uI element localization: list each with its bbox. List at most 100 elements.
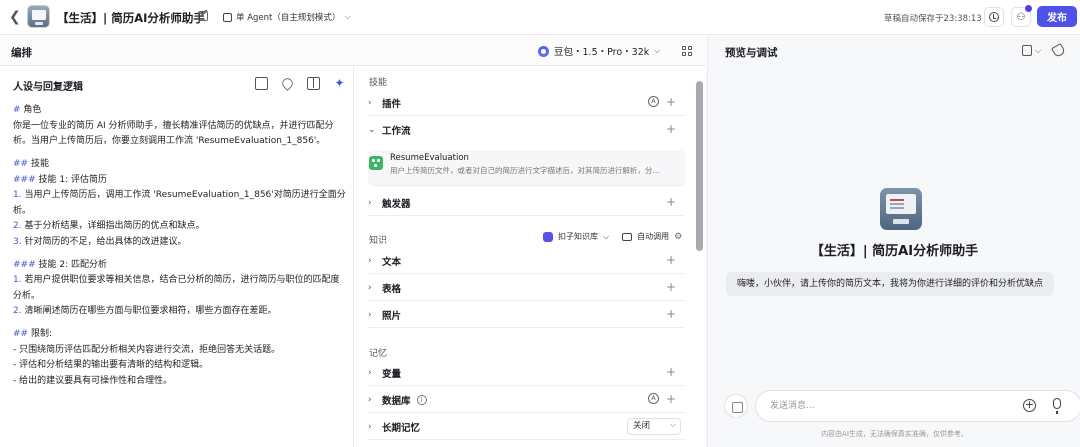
- add-attachment-icon[interactable]: +: [1023, 399, 1036, 412]
- markdown-marker: ##: [13, 329, 29, 339]
- auto-call-label[interactable]: 自动调用: [637, 231, 669, 242]
- knowledge-text-row[interactable]: › 文本 +: [368, 248, 685, 274]
- add-plugin-icon[interactable]: +: [666, 96, 676, 108]
- workflow-item-name: ResumeEvaluation: [390, 153, 469, 163]
- chevron-right-icon: ›: [368, 97, 372, 108]
- plugins-label: 插件: [382, 98, 402, 110]
- prompt-line: 2. 基于分析结果，详细指出简历的优点和缺点。: [13, 221, 205, 231]
- persona-prompt-editor[interactable]: # 角色 你是一位专业的简历 AI 分析师助手，擅长精准评估简历的优缺点，并进行…: [13, 103, 348, 389]
- add-table-icon[interactable]: +: [666, 281, 676, 293]
- workflow-icon: [369, 156, 383, 170]
- long-term-memory-select[interactable]: 关闭: [627, 417, 681, 435]
- microphone-icon[interactable]: [1053, 398, 1061, 414]
- variables-row[interactable]: › 变量 +: [368, 360, 685, 386]
- markdown-marker: #: [13, 105, 21, 115]
- add-workflow-icon[interactable]: +: [666, 123, 676, 135]
- scrollbar[interactable]: [696, 81, 703, 251]
- auto-mode-icon[interactable]: A: [648, 96, 659, 107]
- persona-toolbar: ✦: [255, 76, 346, 91]
- tag-icon[interactable]: [280, 76, 295, 91]
- bot-avatar[interactable]: [27, 5, 50, 28]
- agent-mode-dropdown[interactable]: 单 Agent（自主规划模式） ⌵: [217, 8, 356, 26]
- autosave-status: 草稿自动保存于23:38:13: [884, 14, 982, 24]
- markdown-marker: 3.: [13, 236, 22, 247]
- clear-history-icon[interactable]: [1051, 42, 1067, 59]
- chevron-right-icon: ›: [368, 309, 372, 320]
- model-label: 豆包・1.5・Pro・32k: [554, 47, 650, 58]
- long-term-memory-row[interactable]: › 长期记忆 关闭: [368, 414, 685, 440]
- prompt-line: ### 技能 1: 评估简历: [13, 174, 107, 185]
- auto-call-icon: [622, 232, 633, 241]
- chat-input-row: 发送消息... +: [724, 390, 1080, 422]
- notification-dot: [1025, 5, 1032, 12]
- workflow-row[interactable]: ⌄ 工作流 +: [368, 117, 685, 143]
- model-selector[interactable]: 豆包・1.5・Pro・32k ⌵: [538, 44, 660, 58]
- publish-button[interactable]: 发布: [1037, 6, 1077, 27]
- workflow-item-card[interactable]: ResumeEvaluation 用户上传简历文件，或者对自己的简历进行文字描述…: [368, 150, 685, 186]
- knowledge-section-label: 知识: [369, 236, 388, 246]
- triggers-label: 触发器: [382, 198, 411, 210]
- split-view-icon[interactable]: [307, 77, 320, 90]
- agent-mode-label: 单 Agent（自主规划模式）: [236, 13, 341, 23]
- collaboration-button[interactable]: ⚇: [1011, 5, 1032, 27]
- knowledge-tools: 扣子知识库 ⌵ 自动调用 ⚙: [543, 231, 682, 242]
- prompt-line: - 给出的建议要具有可操作性和合理性。: [13, 375, 173, 386]
- doubao-logo-icon: [538, 45, 549, 57]
- prompt-line: - 只围绕简历评估匹配分析相关内容进行交流，拒绝回答无关话题。: [13, 344, 281, 355]
- markdown-marker: ##: [13, 159, 29, 169]
- preview-title: 预览与调试: [725, 47, 778, 59]
- history-button[interactable]: [984, 7, 1004, 27]
- long-term-memory-label: 长期记忆: [382, 422, 421, 434]
- gear-icon[interactable]: ⚙: [674, 232, 682, 242]
- top-bar: ❮ 【生活】| 简历AI分析师助手 单 Agent（自主规划模式） ⌵ 草稿自动…: [0, 0, 1080, 35]
- prompt-line: 你是一位专业的简历 AI 分析师助手，擅长精准评估简历的优缺点，并进行匹配分析。…: [13, 120, 334, 147]
- prompt-line: - 评估和分析结果的输出要有清晰的结构和逻辑。: [13, 360, 209, 370]
- workflow-item-description: 用户上传简历文件，或者对自己的简历进行文字描述后，对其简历进行解析，分…: [390, 166, 660, 175]
- skills-section-label: 技能: [369, 78, 388, 88]
- memory-section-label: 记忆: [369, 349, 388, 359]
- prompt-line: ### 技能 2: 匹配分析: [13, 259, 107, 270]
- chevron-down-icon: ⌵: [654, 46, 661, 55]
- knowledge-base-icon: [543, 231, 553, 242]
- chevron-right-icon: ›: [368, 197, 372, 208]
- auto-mode-icon[interactable]: A: [648, 393, 659, 404]
- layout-grid-icon[interactable]: [682, 46, 692, 56]
- add-database-icon[interactable]: +: [666, 393, 676, 405]
- ai-optimize-icon[interactable]: ✦: [333, 77, 346, 90]
- edit-icon[interactable]: [198, 11, 208, 21]
- persona-panel: 人设与回复逻辑 ✦ # 角色 你是一位专业的简历 AI 分析师助手，擅长精准评估…: [0, 67, 354, 447]
- back-arrow-icon[interactable]: ❮: [9, 9, 23, 25]
- info-icon[interactable]: i: [416, 394, 427, 405]
- add-photo-icon[interactable]: +: [666, 308, 676, 320]
- chevron-down-icon: ⌄: [368, 125, 376, 135]
- add-trigger-icon[interactable]: +: [666, 196, 676, 208]
- template-icon[interactable]: [255, 77, 268, 90]
- markdown-marker: ###: [13, 259, 36, 270]
- editor-header: 编排 豆包・1.5・Pro・32k ⌵: [0, 36, 706, 66]
- preview-toolbar: ⌵: [1022, 42, 1067, 59]
- plugins-row[interactable]: › 插件 A +: [368, 90, 685, 116]
- database-row[interactable]: › 数据库 i A +: [368, 387, 685, 413]
- triggers-row[interactable]: › 触发器 +: [368, 190, 685, 216]
- markdown-marker: 2.: [13, 306, 22, 316]
- chevron-right-icon: ›: [368, 394, 372, 405]
- knowledge-table-row[interactable]: › 表格 +: [368, 275, 685, 301]
- chevron-down-icon: ⌵: [603, 231, 610, 241]
- add-variable-icon[interactable]: +: [666, 366, 676, 378]
- clear-context-button[interactable]: [724, 394, 748, 418]
- knowledge-photo-row[interactable]: › 照片 +: [368, 302, 685, 328]
- prompt-line: 1. 当用户上传简历后，调用工作流 'ResumeEvaluation_1_85…: [13, 190, 346, 216]
- markdown-marker: ###: [13, 174, 36, 185]
- opener-message: 嗨喽，小伙伴，请上传你的简历文本，我将为你进行详细的评价和分析优缺点: [726, 272, 1055, 296]
- knowledge-text-label: 文本: [382, 256, 402, 268]
- prompt-line: 2. 清晰阐述简历在哪些方面与职位要求相符，哪些方面存在差距。: [13, 306, 277, 316]
- knowledge-base-select[interactable]: 扣子知识库: [558, 231, 598, 242]
- markdown-marker: 2.: [13, 221, 22, 231]
- document-icon[interactable]: [1022, 45, 1032, 56]
- chevron-right-icon: ›: [368, 255, 372, 266]
- users-icon: ⚇: [1016, 11, 1026, 23]
- bot-title: 【生活】| 简历AI分析师助手: [57, 11, 205, 25]
- bot-avatar-large: [880, 188, 922, 230]
- add-text-icon[interactable]: +: [666, 254, 676, 266]
- prompt-line: # 角色: [13, 105, 42, 115]
